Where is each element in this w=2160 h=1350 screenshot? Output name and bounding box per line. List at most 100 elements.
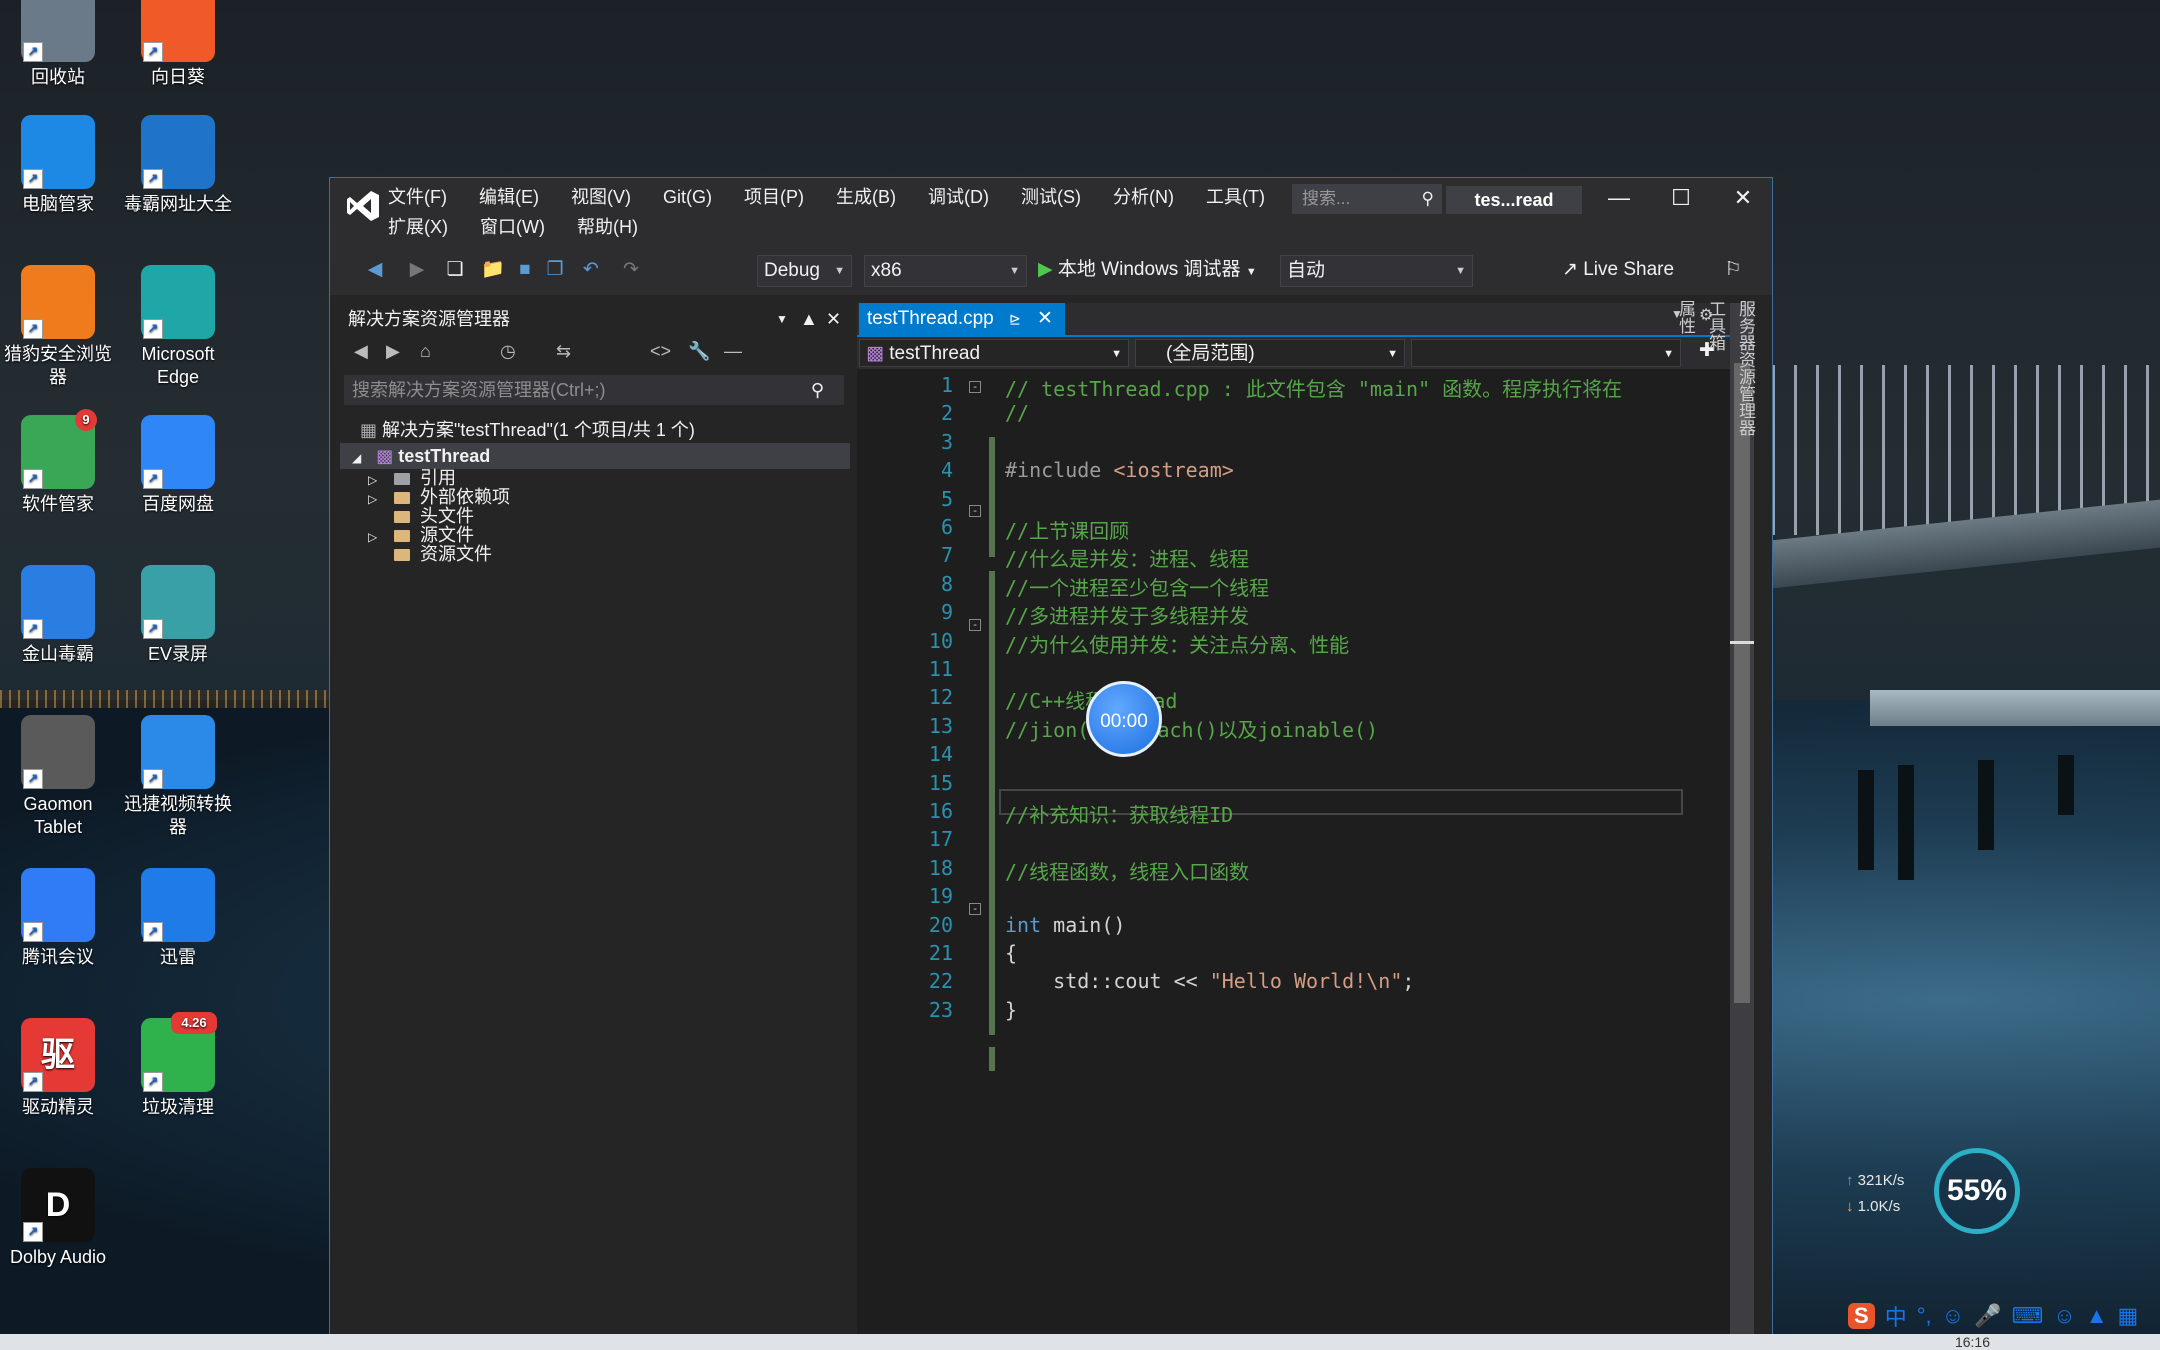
- code-line[interactable]: //一个进程至少包含一个线程: [1005, 572, 1269, 601]
- solution-search-input[interactable]: 搜索解决方案资源管理器(Ctrl+;) ⚲: [344, 375, 844, 405]
- redo-icon[interactable]: ↷: [616, 255, 646, 285]
- desktop-icon[interactable]: ↗ 向日葵: [118, 0, 238, 89]
- desktop-icon[interactable]: ↗ 百度网盘: [118, 415, 238, 516]
- fold-toggle-icon[interactable]: -: [969, 381, 981, 393]
- tree-item[interactable]: ▷ 源文件: [368, 526, 474, 545]
- config-dropdown[interactable]: Debug ▼: [757, 255, 852, 287]
- chevron-down-icon[interactable]: ▼: [776, 303, 788, 335]
- code-line[interactable]: //什么是并发：进程、线程: [1005, 543, 1249, 572]
- debug-target-dropdown[interactable]: 自动 ▼: [1280, 255, 1473, 287]
- ime-mode[interactable]: 中: [1885, 1300, 1907, 1332]
- back-icon[interactable]: ◀: [360, 255, 390, 285]
- emoji-icon[interactable]: ☺: [1942, 1303, 1964, 1329]
- code-line[interactable]: {: [1005, 941, 1017, 965]
- scrollbar-thumb[interactable]: [1734, 363, 1750, 1003]
- code-line[interactable]: //: [1005, 401, 1029, 425]
- home-icon[interactable]: ⌂: [420, 341, 431, 362]
- tree-item[interactable]: ▷ 外部依赖项: [368, 488, 510, 507]
- toolbox-icon[interactable]: ▦: [2118, 1303, 2139, 1329]
- menu-item[interactable]: 扩展(X): [372, 216, 464, 238]
- code-line[interactable]: std::cout << "Hello World!\n";: [1005, 969, 1414, 993]
- code-line[interactable]: //多进程并发于多线程并发: [1005, 600, 1249, 629]
- desktop-icon[interactable]: ↗ 猎豹安全浏览器: [0, 265, 118, 389]
- code-line[interactable]: //jion()、detach()以及joinable(): [1005, 714, 1378, 743]
- solution-node[interactable]: ▦ 解决方案"testThread"(1 个项目/共 1 个): [360, 417, 695, 443]
- history-icon[interactable]: ◷: [500, 341, 516, 362]
- vertical-scrollbar[interactable]: [1730, 303, 1754, 1342]
- start-debugging-button[interactable]: ▶ 本地 Windows 调试器 ▼: [1038, 255, 1268, 285]
- desktop-icon[interactable]: ↗ 金山毒霸: [0, 565, 118, 666]
- skin-icon[interactable]: ▲: [2086, 1303, 2108, 1329]
- menu-item[interactable]: 帮助(H): [561, 216, 654, 238]
- sogou-ime-icon[interactable]: S: [1848, 1303, 1875, 1329]
- tree-item[interactable]: 资源文件: [368, 545, 492, 564]
- menu-item[interactable]: 编辑(E): [463, 186, 555, 208]
- forward-icon[interactable]: ▶: [402, 255, 432, 285]
- save-icon[interactable]: ■: [510, 255, 540, 285]
- desktop-icon[interactable]: ↗ 迅捷视频转换器: [118, 715, 238, 839]
- wrench-icon[interactable]: 🔧: [688, 341, 710, 362]
- code-line[interactable]: //线程函数，线程入口函数: [1005, 856, 1249, 885]
- side-panel-tab[interactable]: 工具箱: [1700, 300, 1730, 436]
- feedback-icon[interactable]: ⚐: [1718, 255, 1748, 285]
- side-panel-tab[interactable]: 服务器资源管理器: [1730, 300, 1760, 436]
- desktop-icon[interactable]: D ↗ Dolby Audio: [0, 1168, 118, 1269]
- desktop-icon[interactable]: ↗ 腾讯会议: [0, 868, 118, 969]
- taskbar-clock[interactable]: 16:16: [1955, 1334, 1990, 1350]
- project-node[interactable]: ◢ ▩ testThread: [340, 443, 850, 469]
- pin-icon[interactable]: ▲: [800, 303, 818, 335]
- menu-item[interactable]: 分析(N): [1097, 186, 1190, 208]
- menu-item[interactable]: 窗口(W): [464, 216, 561, 238]
- menu-item[interactable]: Git(G): [647, 186, 728, 208]
- menu-item[interactable]: 调试(D): [912, 186, 1005, 208]
- fold-toggle-icon[interactable]: -: [969, 903, 981, 915]
- fold-toggle-icon[interactable]: -: [969, 619, 981, 631]
- desktop-icon[interactable]: ↗ 回收站: [0, 0, 118, 89]
- tab-testthread-cpp[interactable]: testThread.cpp ⊵ ✕: [859, 303, 1065, 335]
- mic-icon[interactable]: 🎤: [1974, 1303, 2001, 1329]
- menu-item[interactable]: 测试(S): [1005, 186, 1097, 208]
- punctuation-icon[interactable]: °,: [1917, 1303, 1932, 1329]
- desktop-icon[interactable]: 驱 ↗ 驱动精灵: [0, 1018, 118, 1119]
- menu-item[interactable]: 生成(B): [820, 186, 912, 208]
- user-icon[interactable]: ☺: [2053, 1303, 2075, 1329]
- menu-item[interactable]: 视图(V): [555, 186, 647, 208]
- minimize-button[interactable]: —: [1594, 182, 1644, 214]
- side-panel-tab[interactable]: 属性: [1670, 300, 1700, 436]
- code-line[interactable]: //为什么使用并发：关注点分离、性能: [1005, 629, 1349, 658]
- close-button[interactable]: ✕: [1718, 182, 1768, 214]
- scope-nav-dropdown[interactable]: (全局范围) ▼: [1135, 339, 1405, 367]
- desktop-icon[interactable]: ↗ Microsoft Edge: [118, 265, 238, 389]
- desktop-icon[interactable]: ↗ EV录屏: [118, 565, 238, 666]
- live-share-button[interactable]: ↗ Live Share: [1562, 255, 1702, 285]
- code-view-icon[interactable]: <>: [650, 341, 671, 362]
- keyboard-icon[interactable]: ⌨: [2012, 1303, 2044, 1329]
- new-project-icon[interactable]: ❏: [440, 255, 470, 285]
- tree-item[interactable]: ▷ 引用: [368, 469, 456, 488]
- menu-item[interactable]: 文件(F): [372, 186, 463, 208]
- undo-icon[interactable]: ↶: [576, 255, 606, 285]
- code-line[interactable]: // testThread.cpp : 此文件包含 "main" 函数。程序执行…: [1005, 373, 1622, 402]
- maximize-button[interactable]: ☐: [1656, 182, 1706, 214]
- save-all-icon[interactable]: ❐: [540, 255, 570, 285]
- menu-item[interactable]: 项目(P): [728, 186, 820, 208]
- desktop-icon[interactable]: ↗ 迅雷: [118, 868, 238, 969]
- forward-icon[interactable]: ▶: [386, 341, 400, 362]
- close-tab-icon[interactable]: ✕: [1037, 303, 1053, 335]
- code-line[interactable]: #include <iostream>: [1005, 458, 1234, 482]
- search-input[interactable]: 搜索... ⚲: [1292, 184, 1442, 214]
- desktop-icon[interactable]: ↗ 电脑管家: [0, 115, 118, 216]
- fold-toggle-icon[interactable]: -: [969, 505, 981, 517]
- code-line[interactable]: }: [1005, 998, 1017, 1022]
- project-nav-dropdown[interactable]: ▩ testThread ▼: [859, 339, 1129, 367]
- back-icon[interactable]: ◀: [354, 341, 368, 362]
- collapse-icon[interactable]: —: [724, 341, 742, 362]
- code-line[interactable]: int main(): [1005, 913, 1125, 937]
- menu-item[interactable]: 工具(T): [1190, 186, 1281, 208]
- code-line[interactable]: //补充知识：获取线程ID: [1005, 799, 1233, 828]
- sync-icon[interactable]: ⇆: [556, 341, 571, 362]
- open-folder-icon[interactable]: 📁: [478, 255, 508, 285]
- close-panel-icon[interactable]: ✕: [826, 303, 841, 335]
- pin-icon[interactable]: ⊵: [1009, 303, 1021, 335]
- desktop-icon[interactable]: 4.26 ↗ 垃圾清理: [118, 1012, 238, 1119]
